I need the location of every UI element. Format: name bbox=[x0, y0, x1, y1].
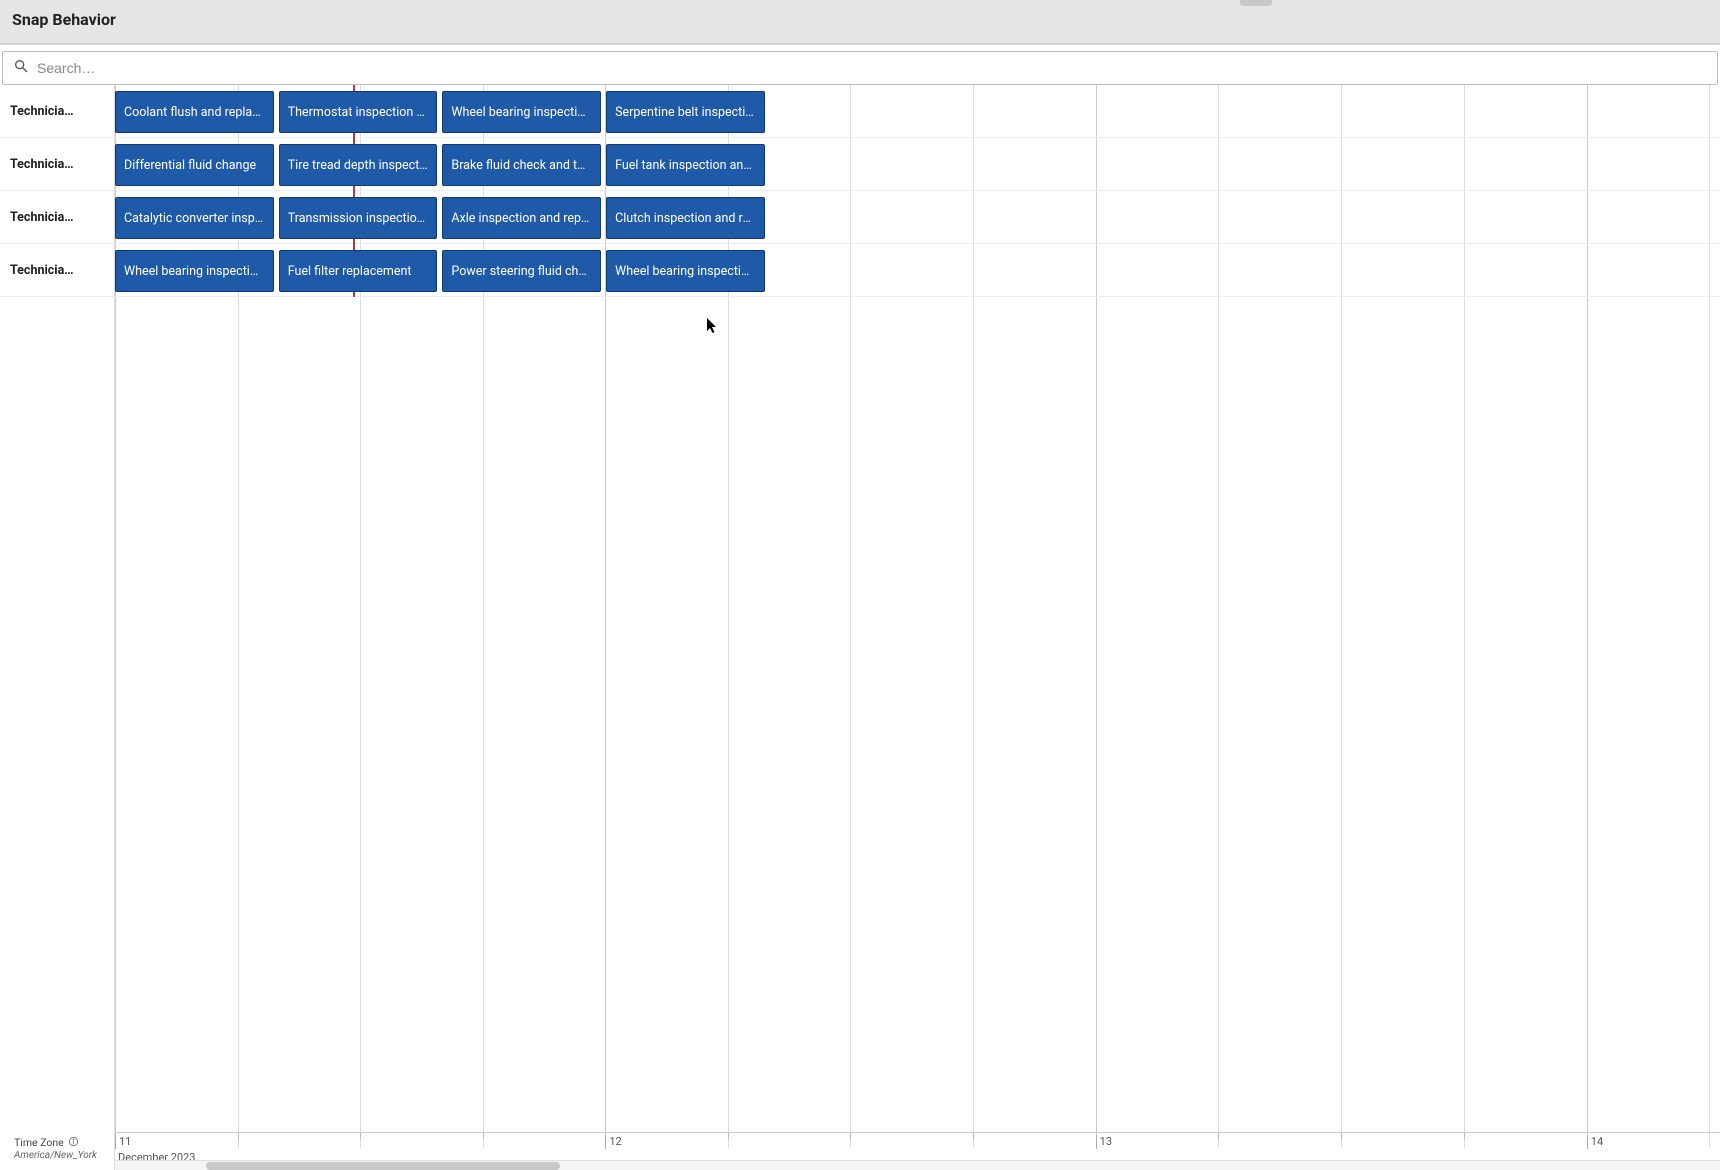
event-label: Clutch inspection and repl… bbox=[615, 211, 756, 226]
resource-row-label[interactable]: Technicia… bbox=[0, 138, 114, 191]
event-label: Tire tread depth inspectio… bbox=[288, 158, 429, 173]
header-bar: Snap Behavior bbox=[0, 0, 1720, 45]
resource-row-label[interactable]: Technicia… bbox=[0, 191, 114, 244]
scheduler-event[interactable]: Axle inspection and repair bbox=[442, 197, 601, 239]
scheduler-event[interactable]: Clutch inspection and repl… bbox=[606, 197, 765, 239]
scheduler-event[interactable]: Wheel bearing inspection … bbox=[606, 250, 765, 292]
timezone-name: America/New_York bbox=[14, 1150, 105, 1161]
scheduler-event[interactable]: Thermostat inspection an… bbox=[279, 91, 438, 133]
resource-row-label[interactable]: Technicia… bbox=[0, 85, 114, 138]
event-label: Wheel bearing inspection … bbox=[615, 264, 756, 279]
event-label: Wheel bearing inspection … bbox=[451, 105, 592, 120]
scheduler-event[interactable]: Catalytic converter inspec… bbox=[115, 197, 274, 239]
scheduler-event[interactable]: Power steering fluid check… bbox=[442, 250, 601, 292]
horizontal-scrollbar[interactable] bbox=[115, 1160, 1720, 1170]
event-label: Serpentine belt inspectio… bbox=[615, 105, 756, 120]
day-tick-label: 12 bbox=[605, 1135, 621, 1149]
scheduler-event[interactable]: Coolant flush and replace… bbox=[115, 91, 274, 133]
event-label: Wheel bearing inspection … bbox=[124, 264, 265, 279]
scheduler-event[interactable]: Fuel filter replacement bbox=[279, 250, 438, 292]
search-input[interactable] bbox=[37, 60, 1707, 76]
resource-label-text: Technicia… bbox=[10, 104, 74, 119]
event-label: Brake fluid check and top-up bbox=[451, 158, 592, 173]
scheduler-content: Technicia… Technicia… Technicia… Technic… bbox=[0, 85, 1720, 1170]
search-icon bbox=[13, 58, 29, 78]
scheduler-event[interactable]: Serpentine belt inspectio… bbox=[606, 91, 765, 133]
event-label: Fuel filter replacement bbox=[288, 264, 429, 279]
resource-label-text: Technicia… bbox=[10, 263, 74, 278]
event-label: Catalytic converter inspec… bbox=[124, 211, 265, 226]
scheduler-event[interactable]: Fuel tank inspection and c… bbox=[606, 144, 765, 186]
app-root: Snap Behavior Technicia… Technicia… Tech… bbox=[0, 0, 1720, 1170]
timezone-label: Time Zone bbox=[14, 1136, 64, 1149]
info-icon[interactable] bbox=[68, 1136, 79, 1150]
resource-row-label[interactable]: Technicia… bbox=[0, 244, 114, 297]
timeline-grid[interactable]: Coolant flush and replace… Thermostat ins… bbox=[115, 85, 1720, 1170]
resource-column: Technicia… Technicia… Technicia… Technic… bbox=[0, 85, 115, 1170]
search-bar[interactable] bbox=[2, 51, 1718, 85]
resource-label-text: Technicia… bbox=[10, 157, 74, 172]
event-label: Differential fluid change bbox=[124, 158, 265, 173]
scheduler-event[interactable]: Transmission inspection a… bbox=[279, 197, 438, 239]
scheduler-event[interactable]: Tire tread depth inspectio… bbox=[279, 144, 438, 186]
day-tick-label: 11 bbox=[115, 1135, 131, 1149]
window-drag-handle[interactable] bbox=[1240, 0, 1272, 6]
scheduler-event[interactable]: Differential fluid change bbox=[115, 144, 274, 186]
event-label: Thermostat inspection an… bbox=[288, 105, 429, 120]
scheduler-event[interactable]: Wheel bearing inspection … bbox=[442, 91, 601, 133]
event-label: Fuel tank inspection and c… bbox=[615, 158, 756, 173]
event-label: Power steering fluid check… bbox=[451, 264, 592, 279]
day-tick-label: 13 bbox=[1096, 1135, 1112, 1149]
event-label: Axle inspection and repair bbox=[451, 211, 592, 226]
scrollbar-thumb[interactable] bbox=[206, 1162, 559, 1170]
event-label: Transmission inspection a… bbox=[288, 211, 429, 226]
resource-label-text: Technicia… bbox=[10, 210, 74, 225]
scheduler-event[interactable]: Wheel bearing inspection … bbox=[115, 250, 274, 292]
scheduler-event[interactable]: Brake fluid check and top-up bbox=[442, 144, 601, 186]
day-tick-label: 14 bbox=[1587, 1135, 1603, 1149]
event-label: Coolant flush and replace… bbox=[124, 105, 265, 120]
timezone-info: Time Zone America/New_York bbox=[0, 1132, 115, 1170]
page-title: Snap Behavior bbox=[12, 10, 1708, 29]
